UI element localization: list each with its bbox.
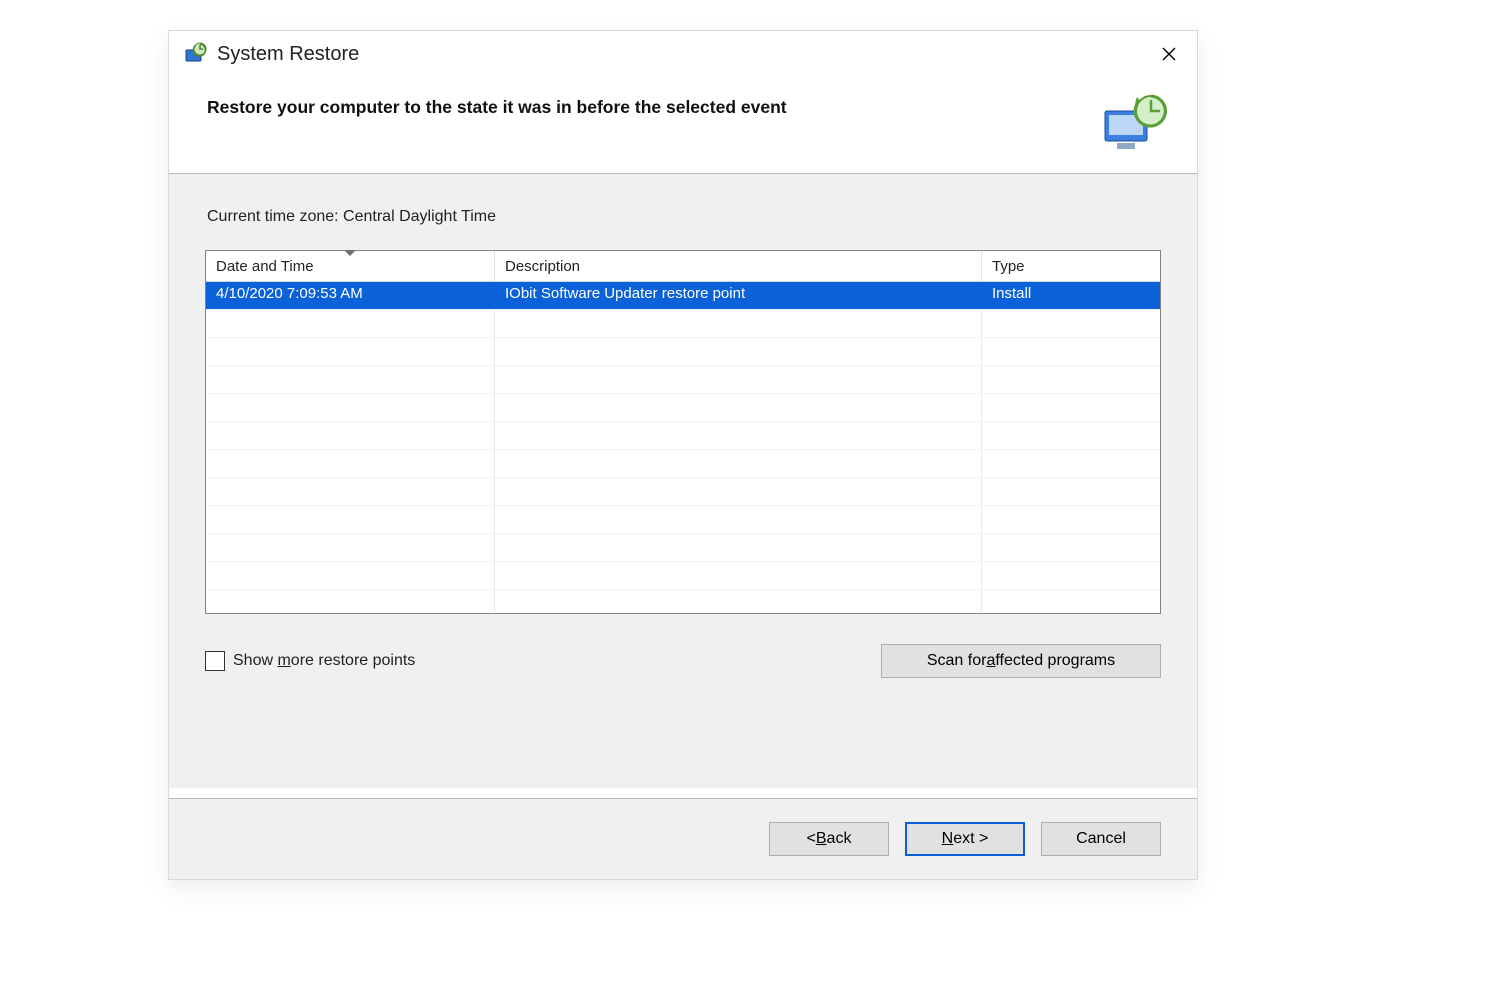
table-row <box>206 422 1160 450</box>
table-row <box>206 562 1160 590</box>
table-body: 4/10/2020 7:09:53 AMIObit Software Updat… <box>206 282 1160 613</box>
cell-datetime <box>206 422 495 449</box>
headline: Restore your computer to the state it wa… <box>207 91 1079 118</box>
cell-type <box>982 562 1160 589</box>
cancel-button[interactable]: Cancel <box>1041 822 1161 856</box>
cell-description <box>495 338 982 365</box>
cell-type <box>982 310 1160 337</box>
table-row <box>206 394 1160 422</box>
cell-datetime <box>206 590 495 613</box>
cell-datetime <box>206 310 495 337</box>
column-header-type[interactable]: Type <box>982 251 1160 281</box>
system-restore-icon <box>183 42 207 66</box>
cell-type <box>982 338 1160 365</box>
cell-type: Install <box>982 282 1160 309</box>
body-area: Current time zone: Central Daylight Time… <box>169 174 1197 788</box>
table-row <box>206 310 1160 338</box>
scan-affected-button[interactable]: Scan for affected programs <box>881 644 1161 678</box>
cell-datetime <box>206 338 495 365</box>
cell-datetime <box>206 366 495 393</box>
titlebar: System Restore <box>169 31 1197 77</box>
cell-type <box>982 478 1160 505</box>
cell-type <box>982 450 1160 477</box>
table-row <box>206 338 1160 366</box>
table-row <box>206 450 1160 478</box>
table-row <box>206 534 1160 562</box>
table-row <box>206 506 1160 534</box>
restore-illustration-icon <box>1099 91 1171 155</box>
timezone-label: Current time zone: Central Daylight Time <box>205 174 1161 250</box>
table-row <box>206 478 1160 506</box>
header-pane: Restore your computer to the state it wa… <box>169 77 1197 173</box>
show-more-label: Show more restore points <box>233 652 415 670</box>
show-more-checkbox[interactable]: Show more restore points <box>205 651 415 671</box>
cell-type <box>982 366 1160 393</box>
table-row[interactable]: 4/10/2020 7:09:53 AMIObit Software Updat… <box>206 282 1160 310</box>
cell-type <box>982 534 1160 561</box>
column-header-datetime[interactable]: Date and Time <box>206 251 495 281</box>
cell-type <box>982 394 1160 421</box>
restore-points-table: Date and Time Description Type 4/10/2020… <box>205 250 1161 614</box>
column-header-description[interactable]: Description <box>495 251 982 281</box>
close-icon <box>1162 47 1176 61</box>
cell-datetime <box>206 478 495 505</box>
cell-description <box>495 478 982 505</box>
cell-description <box>495 310 982 337</box>
table-header: Date and Time Description Type <box>206 251 1160 282</box>
cell-description <box>495 394 982 421</box>
cell-description <box>495 366 982 393</box>
cell-datetime: 4/10/2020 7:09:53 AM <box>206 282 495 309</box>
table-row <box>206 590 1160 613</box>
cell-description <box>495 422 982 449</box>
cell-datetime <box>206 562 495 589</box>
cell-type <box>982 590 1160 613</box>
close-button[interactable] <box>1141 31 1197 77</box>
cell-description <box>495 562 982 589</box>
window-title: System Restore <box>217 43 359 66</box>
cell-description: IObit Software Updater restore point <box>495 282 982 309</box>
table-row <box>206 366 1160 394</box>
below-table-row: Show more restore points Scan for affect… <box>205 644 1161 678</box>
cell-description <box>495 534 982 561</box>
cell-description <box>495 590 982 613</box>
cell-datetime <box>206 394 495 421</box>
system-restore-dialog: System Restore Restore your computer to … <box>168 30 1198 880</box>
cell-type <box>982 422 1160 449</box>
cell-datetime <box>206 534 495 561</box>
next-button[interactable]: Next > <box>905 822 1025 856</box>
checkbox-box-icon <box>205 651 225 671</box>
back-button[interactable]: < Back <box>769 822 889 856</box>
footer: < Back Next > Cancel <box>169 798 1197 879</box>
cell-description <box>495 506 982 533</box>
cell-datetime <box>206 506 495 533</box>
cell-type <box>982 506 1160 533</box>
cell-datetime <box>206 450 495 477</box>
cell-description <box>495 450 982 477</box>
